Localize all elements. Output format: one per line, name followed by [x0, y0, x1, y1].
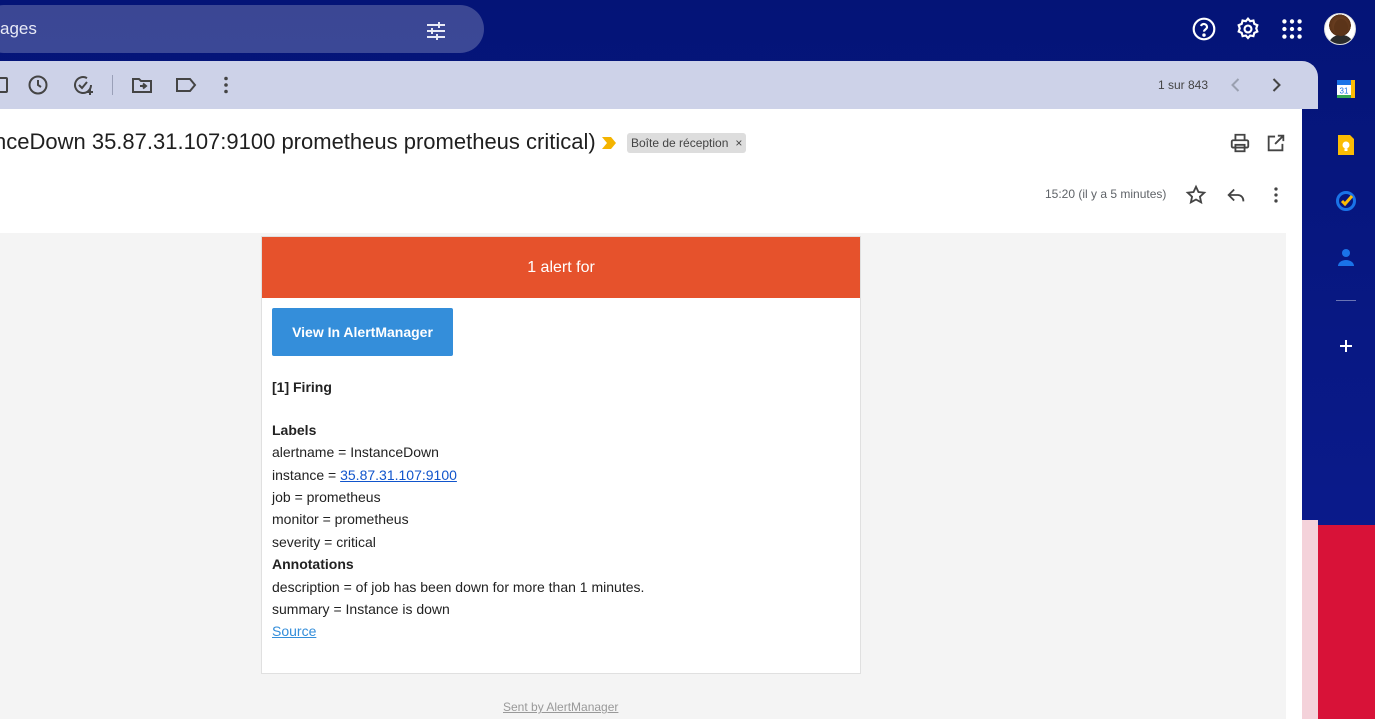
label-instance: instance = 35.87.31.107:9100 [272, 467, 457, 483]
message-subject: nceDown 35.87.31.107:9100 prometheus pro… [0, 129, 596, 154]
firing-heading: [1] Firing [272, 379, 332, 395]
help-icon[interactable] [1191, 16, 1217, 42]
snooze-clock-icon[interactable] [26, 73, 50, 97]
background-red-band [1318, 525, 1375, 719]
mark-unread-icon[interactable] [0, 73, 10, 97]
label-severity: severity = critical [272, 534, 376, 550]
source-link[interactable]: Source [272, 623, 316, 639]
label-monitor: monitor = prometheus [272, 511, 409, 527]
important-marker-icon[interactable] [602, 137, 616, 149]
search-input[interactable]: ages [0, 19, 37, 39]
inbox-label-chip[interactable]: Boîte de réception × [627, 133, 747, 153]
google-calendar-icon[interactable]: 31 [1334, 77, 1358, 101]
label-job: job = prometheus [272, 489, 381, 505]
message-timestamp: 15:20 (il y a 5 minutes) [1045, 187, 1167, 201]
move-to-folder-icon[interactable] [130, 73, 154, 97]
next-chevron-icon[interactable] [1264, 73, 1288, 97]
apps-grid-icon[interactable] [1279, 16, 1305, 42]
settings-gear-icon[interactable] [1235, 16, 1261, 42]
google-contacts-icon[interactable] [1334, 245, 1358, 269]
instance-link[interactable]: 35.87.31.107:9100 [340, 467, 457, 483]
scrollbar[interactable] [1286, 233, 1302, 719]
open-in-new-window-icon[interactable] [1265, 132, 1287, 154]
message-toolbar: 1 sur 843 [0, 61, 1318, 109]
search-filter-icon[interactable] [424, 19, 448, 43]
calendar-day-text: 31 [1340, 87, 1349, 96]
alert-header: 1 alert for [262, 237, 860, 298]
print-icon[interactable] [1229, 132, 1251, 154]
more-vert-icon[interactable] [214, 73, 238, 97]
sent-by-alertmanager-link[interactable]: Sent by AlertManager [503, 700, 618, 714]
annotation-description: description = of job has been down for m… [272, 579, 645, 595]
add-addon-plus-icon[interactable] [1334, 334, 1358, 358]
top-bar: ages [0, 0, 1375, 61]
labels-heading: Labels [272, 422, 317, 438]
remove-label-button[interactable]: × [735, 133, 742, 153]
search-box[interactable]: ages [0, 5, 484, 53]
add-task-icon[interactable] [71, 73, 95, 97]
star-icon[interactable] [1185, 184, 1207, 206]
background-fade [1302, 520, 1318, 719]
alert-card: 1 alert for View In AlertManager [1] Fir… [261, 236, 861, 674]
previous-chevron-icon[interactable] [1224, 73, 1248, 97]
label-alertname: alertname = InstanceDown [272, 444, 439, 460]
annotation-summary: summary = Instance is down [272, 601, 450, 617]
message-more-vert-icon[interactable] [1265, 184, 1287, 206]
pager-count: 1 sur 843 [1158, 78, 1209, 92]
email-body: 1 alert for View In AlertManager [1] Fir… [0, 233, 1286, 719]
view-in-alertmanager-button[interactable]: View In AlertManager [272, 308, 453, 356]
message-view: nceDown 35.87.31.107:9100 prometheus pro… [0, 109, 1302, 719]
inbox-label-text: Boîte de réception [631, 136, 729, 150]
google-tasks-icon[interactable] [1334, 189, 1358, 213]
annotations-heading: Annotations [272, 556, 354, 572]
label-icon[interactable] [174, 73, 198, 97]
toolbar-divider [112, 75, 113, 95]
account-avatar[interactable] [1324, 13, 1356, 45]
reply-icon[interactable] [1225, 184, 1247, 206]
side-panel-divider [1336, 300, 1356, 301]
google-keep-icon[interactable] [1334, 133, 1358, 157]
label-instance-prefix: instance = [272, 467, 341, 483]
